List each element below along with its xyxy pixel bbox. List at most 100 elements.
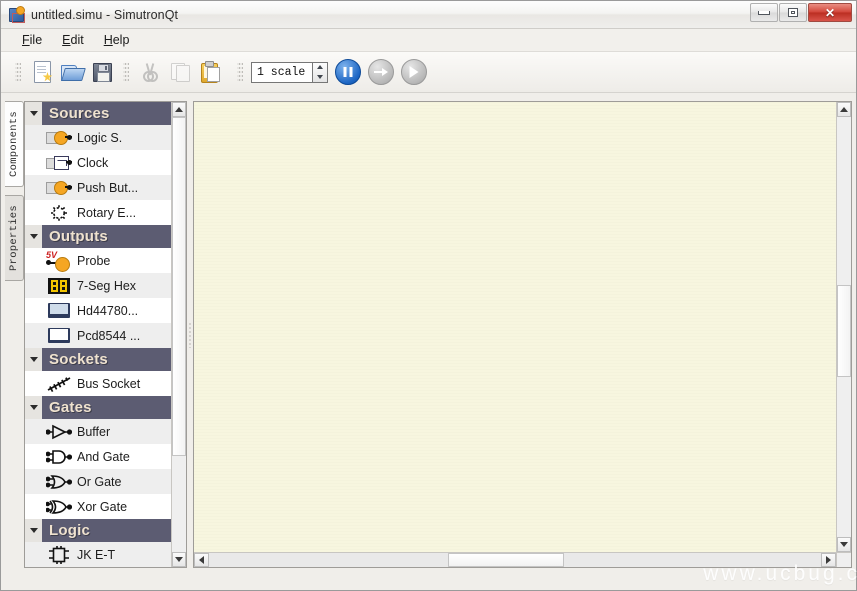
tree-section-gates[interactable]: Gates (25, 396, 171, 419)
canvas-horizontal-scrollbar[interactable] (194, 552, 836, 567)
tree-vertical-scrollbar[interactable] (171, 102, 186, 567)
tree-item-or-gate[interactable]: Or Gate (25, 469, 171, 494)
canvas-vertical-scrollbar[interactable] (836, 102, 851, 552)
scrollbar-corner (836, 552, 851, 567)
tree-item-label: Hd44780... (73, 304, 138, 318)
play-icon (410, 66, 419, 78)
tree-scroll-thumb[interactable] (172, 117, 186, 456)
scale-input[interactable]: 1 scale (251, 62, 313, 83)
tree-item-label: Rotary E... (73, 206, 136, 220)
circuit-canvas[interactable] (194, 102, 836, 552)
canvas-hscroll-thumb[interactable] (448, 553, 564, 567)
tree-item-seven-segment[interactable]: 7-Seg Hex (25, 273, 171, 298)
paste-button[interactable] (195, 57, 225, 87)
tree-item-and-gate[interactable]: And Gate (25, 444, 171, 469)
tree-item-label: JK E-T (73, 548, 115, 562)
xor-gate-icon (45, 496, 73, 518)
canvas-vscroll-track[interactable] (837, 117, 851, 537)
chevron-down-icon[interactable] (25, 225, 42, 248)
menu-help[interactable]: Help (95, 31, 139, 49)
scissors-icon (141, 63, 160, 82)
pause-icon (344, 67, 353, 77)
tree-item-label: Pcd8544 ... (73, 329, 140, 343)
canvas-hscroll-track[interactable] (209, 553, 821, 567)
logic-source-icon (45, 127, 73, 149)
scale-stepper[interactable] (313, 62, 328, 83)
tab-components[interactable]: Components (5, 101, 24, 187)
run-button[interactable] (401, 59, 427, 85)
menu-help-rest: elp (113, 33, 130, 47)
tree-item-label: Push But... (73, 181, 138, 195)
canvas-scroll-up-button[interactable] (837, 102, 851, 117)
tree-item-label: Clock (73, 156, 108, 170)
jk-flipflop-icon (45, 544, 73, 566)
tree-item-label: 7-Seg Hex (73, 279, 136, 293)
step-button[interactable] (368, 59, 394, 85)
toolbar-grip-edit[interactable] (123, 61, 129, 83)
new-file-button[interactable] (27, 57, 57, 87)
tree-item-rotary-encoder[interactable]: Rotary E... (25, 200, 171, 225)
canvas-scroll-left-button[interactable] (194, 553, 209, 567)
menu-edit[interactable]: Edit (53, 31, 93, 49)
copy-button[interactable] (165, 57, 195, 87)
tree-section-sources[interactable]: Sources (25, 102, 171, 125)
tree-item-logic-source[interactable]: Logic S. (25, 125, 171, 150)
tree-item-probe[interactable]: 5V Probe (25, 248, 171, 273)
new-document-icon (33, 61, 52, 83)
tree-item-label: Probe (73, 254, 110, 268)
toolbar-grip-file[interactable] (15, 61, 21, 83)
scale-step-up[interactable] (313, 63, 327, 73)
toolbar-grip-sim[interactable] (237, 61, 243, 83)
application-window: untitled.simu - SimutronQt ✕ File Edit H… (0, 0, 857, 591)
close-button[interactable]: ✕ (808, 3, 852, 22)
canvas-bottom-bar (194, 552, 851, 567)
cut-button[interactable] (135, 57, 165, 87)
tree-item-hd44780[interactable]: Hd44780... (25, 298, 171, 323)
status-bar (1, 576, 856, 590)
components-tree: Sources Logic S. Clock (25, 102, 171, 567)
probe-icon: 5V (45, 250, 73, 272)
canvas-vscroll-thumb[interactable] (837, 285, 851, 377)
scale-step-down[interactable] (313, 72, 327, 82)
chevron-down-icon[interactable] (25, 348, 42, 371)
main-toolbar: 1 scale (1, 52, 856, 93)
tree-item-push-button[interactable]: Push But... (25, 175, 171, 200)
push-button-icon (45, 177, 73, 199)
tree-item-xor-gate[interactable]: Xor Gate (25, 494, 171, 519)
menu-file[interactable]: File (13, 31, 51, 49)
tree-scroll-track[interactable] (172, 117, 186, 552)
tree-item-jk-flipflop[interactable]: JK E-T (25, 542, 171, 567)
save-file-button[interactable] (87, 57, 117, 87)
maximize-button[interactable] (779, 3, 807, 22)
main-body: Components Properties Sources Logic S. (1, 93, 856, 576)
chevron-down-icon[interactable] (25, 396, 42, 419)
canvas-viewport (194, 102, 851, 552)
tab-properties[interactable]: Properties (5, 195, 24, 281)
tree-item-clock[interactable]: Clock (25, 150, 171, 175)
canvas-scroll-down-button[interactable] (837, 537, 851, 552)
copy-pages-icon (171, 63, 190, 82)
step-forward-icon (374, 67, 388, 77)
scale-spinbox[interactable]: 1 scale (251, 62, 328, 83)
circuit-canvas-panel (193, 101, 852, 568)
minimize-button[interactable] (750, 3, 778, 22)
menu-file-mnemonic: F (22, 33, 30, 47)
bus-socket-icon (45, 373, 73, 395)
open-file-button[interactable] (57, 57, 87, 87)
scroll-down-button[interactable] (172, 552, 186, 567)
chevron-down-icon[interactable] (25, 519, 42, 542)
canvas-scroll-right-button[interactable] (821, 553, 836, 567)
menu-file-rest: ile (30, 33, 43, 47)
tree-item-buffer[interactable]: Buffer (25, 419, 171, 444)
scroll-up-button[interactable] (172, 102, 186, 117)
menu-bar: File Edit Help (1, 29, 856, 52)
tree-item-bus-socket[interactable]: Bus Socket (25, 371, 171, 396)
window-controls: ✕ (749, 3, 852, 22)
pause-button[interactable] (335, 59, 361, 85)
tree-section-logic[interactable]: Logic (25, 519, 171, 542)
tree-section-sockets[interactable]: Sockets (25, 348, 171, 371)
tree-section-outputs[interactable]: Outputs (25, 225, 171, 248)
tree-item-pcd8544[interactable]: Pcd8544 ... (25, 323, 171, 348)
chevron-down-icon[interactable] (25, 102, 42, 125)
simutron-app-icon (8, 6, 25, 23)
